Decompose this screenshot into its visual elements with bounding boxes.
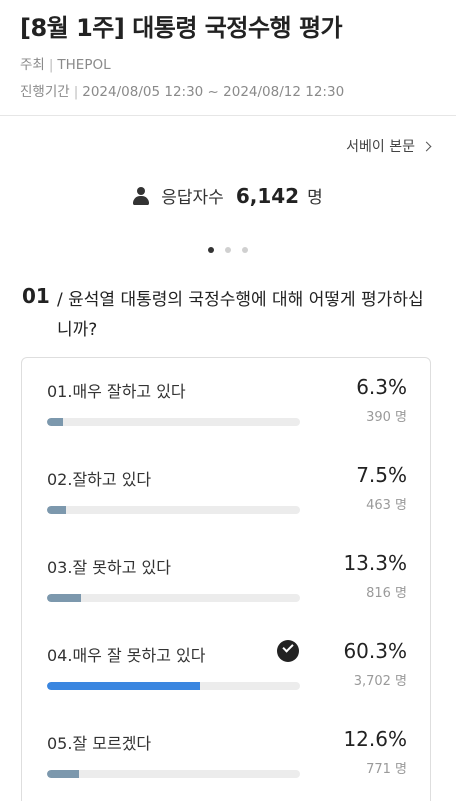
option-percent: 12.6% [343, 727, 407, 751]
check-circle-icon [277, 640, 299, 662]
option-percent: 13.3% [343, 551, 407, 575]
result-bar-track [47, 770, 300, 778]
period-label: 진행기간 [20, 84, 70, 100]
result-bar-fill [47, 594, 81, 602]
option-label: 05.잘 모르겠다 [47, 734, 152, 753]
answer-option[interactable]: 01.매우 잘하고 있다 6.3% 390 명 [22, 358, 432, 446]
respondent-unit: 명 [307, 188, 323, 208]
host-label: 주최 [20, 57, 45, 73]
person-icon [133, 186, 150, 205]
result-bar-fill [47, 506, 66, 514]
results-card: 01.매우 잘하고 있다 6.3% 390 명 02.잘하고 있다 7.5% 463 명0… [21, 357, 431, 801]
period-value: 2024/08/05 12:30 ~ 2024/08/12 12:30 [82, 84, 345, 100]
question-text: / 윤석열 대통령의 국정수행에 대해 어떻게 평가하십니까? [57, 285, 437, 345]
chevron-right-icon [421, 141, 432, 152]
option-percent: 60.3% [343, 639, 407, 663]
carousel-dots [0, 247, 456, 253]
answer-option[interactable]: 03.잘 못하고 있다 13.3% 816 명 [22, 534, 432, 622]
carousel-dot[interactable] [242, 247, 248, 253]
period-separator: | [73, 84, 79, 100]
option-count: 816 명 [366, 586, 407, 601]
option-count: 390 명 [366, 410, 407, 425]
option-label: 02.잘하고 있다 [47, 470, 152, 489]
option-label: 04.매우 잘 못하고 있다 [47, 646, 206, 665]
carousel-dot[interactable] [225, 247, 231, 253]
respondent-number: 6,142 [235, 183, 300, 208]
respondent-count: 응답자수 6,142 명 [0, 183, 456, 208]
host-separator: | [48, 57, 54, 73]
option-percent: 6.3% [356, 375, 407, 399]
option-count: 463 명 [366, 498, 407, 513]
host-row: 주최 | THEPOL [20, 53, 111, 73]
page-title: [8월 1주] 대통령 국정수행 평가 [20, 14, 343, 42]
answer-option[interactable]: 02.잘하고 있다 7.5% 463 명 [22, 446, 432, 534]
result-bar-track [47, 594, 300, 602]
question-body: 윤석열 대통령의 국정수행에 대해 어떻게 평가하십니까? [57, 290, 424, 340]
host-value: THEPOL [57, 57, 111, 73]
answer-option[interactable]: 04.매우 잘 못하고 있다 60.3% 3,702 명 [22, 622, 432, 710]
period-row: 진행기간 | 2024/08/05 12:30 ~ 2024/08/12 12:30 [20, 80, 344, 100]
question-prefix: / [57, 290, 63, 310]
option-label: 03.잘 못하고 있다 [47, 558, 171, 577]
option-count: 3,702 명 [353, 674, 407, 689]
respondent-label: 응답자수 [161, 188, 224, 208]
answer-option[interactable]: 05.잘 모르겠다 12.6% 771 명 [22, 710, 432, 798]
result-bar-track [47, 418, 300, 426]
result-bar-track [47, 682, 300, 690]
option-count: 771 명 [366, 762, 407, 777]
question-number: 01 [22, 284, 50, 308]
header-divider [0, 115, 456, 116]
option-label: 01.매우 잘하고 있다 [47, 382, 186, 401]
option-percent: 7.5% [356, 463, 407, 487]
result-bar-fill [47, 682, 200, 690]
result-bar-track [47, 506, 300, 514]
result-bar-fill [47, 770, 79, 778]
survey-body-link[interactable]: 서베이 본문 [346, 136, 432, 156]
result-bar-fill [47, 418, 63, 426]
survey-body-link-label: 서베이 본문 [346, 139, 415, 155]
carousel-dot[interactable] [208, 247, 214, 253]
